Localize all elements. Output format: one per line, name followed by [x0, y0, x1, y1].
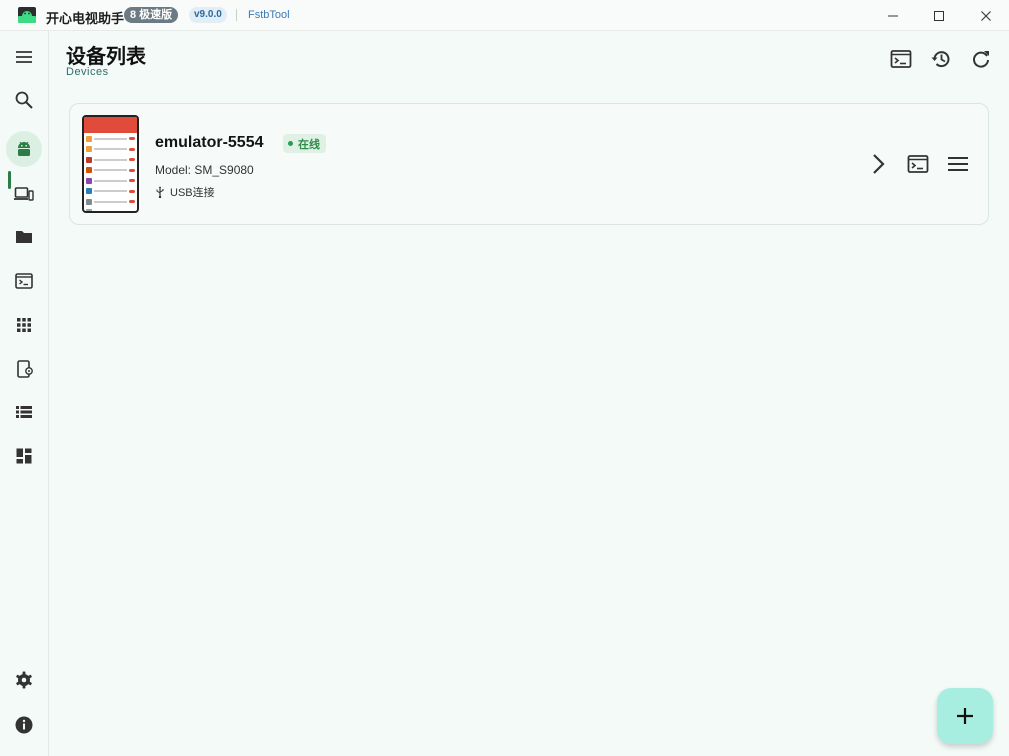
device-model: Model: SM_S9080 — [155, 163, 254, 177]
status-badge: 在线 — [283, 134, 326, 153]
device-screenshot-thumbnail — [82, 115, 139, 213]
sidebar-item-about[interactable] — [6, 707, 42, 743]
app-title: 开心电视助手 — [46, 11, 125, 26]
search-icon — [15, 91, 33, 109]
status-dot-icon — [288, 141, 293, 146]
fstbtool-link[interactable]: FstbTool — [248, 9, 290, 21]
gear-icon — [16, 671, 32, 689]
history-icon — [931, 51, 950, 68]
info-icon — [15, 716, 33, 734]
version-badge: v9.0.0 — [189, 7, 227, 23]
folder-icon — [16, 231, 32, 243]
list-icon — [16, 406, 32, 418]
devices-icon — [14, 187, 34, 201]
page-title: 设备列表 — [66, 46, 146, 68]
close-button[interactable] — [963, 0, 1009, 31]
plus-icon — [957, 708, 973, 724]
header-history-button[interactable] — [928, 46, 954, 72]
status-text: 在线 — [298, 138, 320, 151]
refresh-icon — [973, 51, 989, 68]
device-menu-button[interactable] — [945, 151, 971, 177]
terminal-icon — [907, 155, 929, 173]
phone-settings-icon — [17, 360, 33, 378]
usb-icon — [156, 186, 164, 198]
sidebar-item-files[interactable] — [6, 219, 42, 255]
app-logo-icon — [18, 7, 36, 23]
android-icon — [18, 141, 30, 156]
title-bar: 开心电视助手 8 极速版 v9.0.0 FstbTool — [0, 0, 1009, 31]
sidebar-item-device-list[interactable] — [6, 176, 42, 212]
header-refresh-button[interactable] — [968, 46, 994, 72]
sidebar-item-apps[interactable] — [6, 307, 42, 343]
chevron-right-icon — [873, 154, 885, 174]
sidebar-item-terminal[interactable] — [6, 263, 42, 299]
sidebar-menu-button[interactable] — [6, 39, 42, 75]
maximize-button[interactable] — [916, 0, 962, 31]
sidebar — [0, 31, 49, 756]
device-open-button[interactable] — [865, 151, 891, 177]
close-icon — [981, 10, 991, 21]
minimize-icon — [888, 15, 898, 16]
terminal-icon — [890, 50, 912, 68]
add-device-button[interactable] — [937, 688, 993, 744]
sidebar-item-list[interactable] — [6, 394, 42, 430]
sidebar-item-settings[interactable] — [6, 662, 42, 698]
connection-text: USB连接 — [170, 187, 215, 199]
device-connection: USB连接 — [155, 184, 215, 200]
device-name: emulator-5554 — [155, 134, 264, 151]
apps-grid-icon — [17, 318, 31, 332]
menu-icon — [948, 157, 968, 171]
sidebar-item-search[interactable] — [6, 82, 42, 118]
page-subtitle: Devices — [66, 66, 109, 78]
maximize-icon — [934, 10, 944, 21]
sidebar-item-devices-android[interactable] — [6, 131, 42, 167]
dashboard-icon — [16, 448, 32, 464]
device-card[interactable]: emulator-5554 在线 Model: SM_S9080 USB连接 — [69, 103, 989, 225]
minimize-button[interactable] — [870, 0, 916, 31]
device-terminal-button[interactable] — [905, 151, 931, 177]
menu-icon — [16, 51, 32, 63]
title-separator — [236, 9, 237, 21]
edition-badge: 8 极速版 — [124, 7, 179, 23]
header-terminal-button[interactable] — [888, 46, 914, 72]
sidebar-item-phone-settings[interactable] — [6, 351, 42, 387]
terminal-icon — [15, 273, 33, 289]
sidebar-item-dashboard[interactable] — [6, 438, 42, 474]
